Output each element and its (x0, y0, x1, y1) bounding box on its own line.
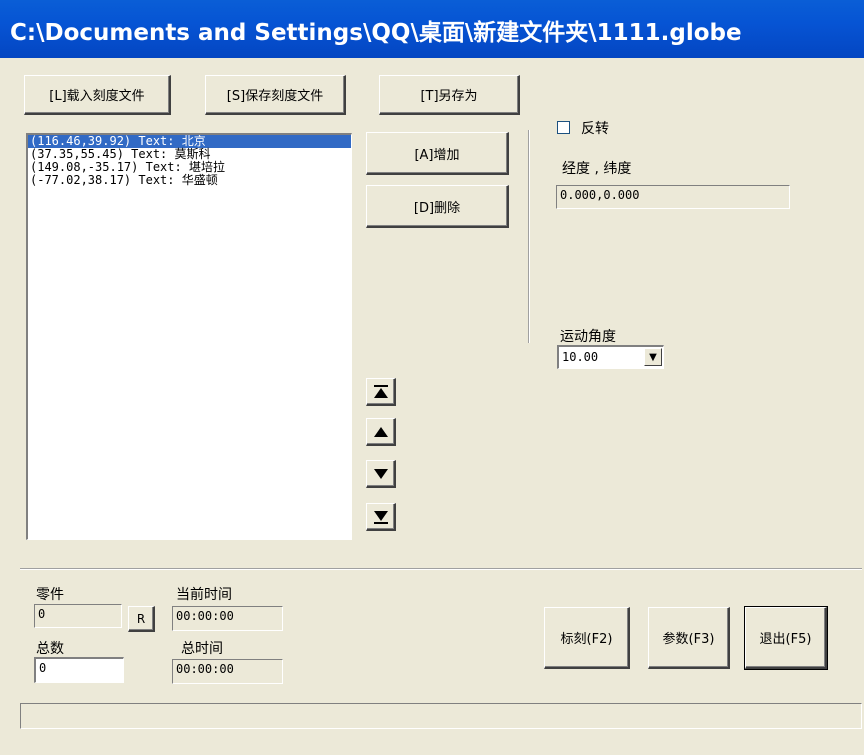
total-input[interactable]: 0 (34, 657, 124, 683)
current-time-label: 当前时间 (176, 587, 232, 603)
params-button[interactable]: 参数(F3) (648, 607, 730, 669)
parts-label: 零件 (36, 587, 64, 603)
move-down-button[interactable] (366, 460, 396, 488)
move-to-bottom-icon (373, 510, 389, 524)
reverse-checkbox[interactable] (557, 121, 570, 134)
load-calibration-button[interactable]: [L]载入刻度文件 (24, 75, 171, 115)
move-up-button[interactable] (366, 418, 396, 446)
coord-field: 0.000,0.000 (556, 185, 790, 209)
exit-button[interactable]: 退出(F5) (744, 606, 828, 670)
list-item[interactable]: (-77.02,38.17) Text: 华盛顿 (28, 174, 351, 187)
title-bar[interactable]: C:\Documents and Settings\QQ\桌面\新建文件夹\11… (0, 0, 864, 58)
status-bar (20, 703, 862, 729)
total-label: 总数 (36, 641, 64, 657)
move-to-top-icon (373, 384, 389, 399)
move-down-icon (373, 468, 389, 480)
point-list[interactable]: (116.46,39.92) Text: 北京 (37.35,55.45) Te… (26, 133, 352, 540)
horizontal-divider (20, 568, 862, 570)
vertical-divider (528, 130, 530, 343)
coord-label: 经度 , 纬度 (562, 161, 632, 177)
current-time-field: 00:00:00 (172, 606, 283, 631)
parts-field: 0 (34, 604, 122, 628)
add-button[interactable]: [A]增加 (366, 132, 509, 175)
total-time-field: 00:00:00 (172, 659, 283, 684)
chevron-down-icon[interactable]: ▼ (644, 348, 662, 366)
reverse-label: 反转 (581, 121, 609, 137)
calibrate-button[interactable]: 标刻(F2) (544, 607, 630, 669)
move-to-bottom-button[interactable] (366, 503, 396, 531)
angle-select[interactable]: 10.00 ▼ (557, 345, 664, 369)
move-to-top-button[interactable] (366, 378, 396, 406)
total-time-label: 总时间 (181, 641, 223, 657)
angle-label: 运动角度 (560, 329, 616, 345)
reset-button[interactable]: R (128, 606, 155, 632)
save-as-button[interactable]: [T]另存为 (379, 75, 520, 115)
save-calibration-button[interactable]: [S]保存刻度文件 (205, 75, 346, 115)
move-up-icon (373, 426, 389, 438)
window-title: C:\Documents and Settings\QQ\桌面\新建文件夹\11… (10, 20, 742, 46)
angle-value: 10.00 (562, 350, 599, 364)
delete-button[interactable]: [D]删除 (366, 185, 509, 228)
